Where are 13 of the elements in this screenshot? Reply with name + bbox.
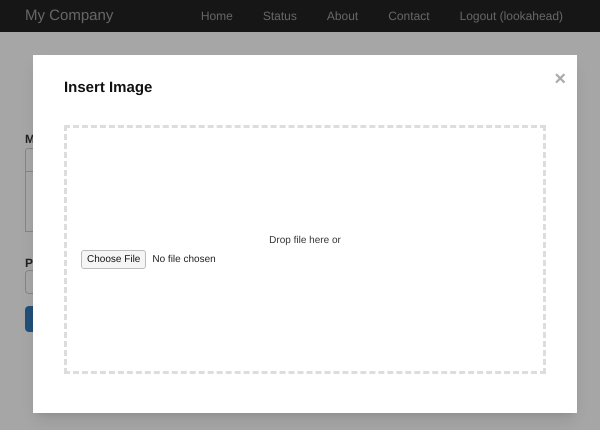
dropzone[interactable]: Drop file here or Choose File No file chosen bbox=[64, 125, 546, 374]
modal-title: Insert Image bbox=[64, 78, 152, 98]
form-label: P bbox=[25, 255, 34, 270]
nav-link[interactable]: About bbox=[326, 7, 358, 25]
nav-link[interactable]: Logout (lookahead) bbox=[460, 7, 563, 25]
file-status: No file chosen bbox=[152, 252, 216, 266]
close-button[interactable]: × bbox=[554, 69, 566, 89]
nav-link[interactable]: Status bbox=[262, 7, 297, 25]
choose-file-button[interactable]: Choose File bbox=[81, 250, 146, 268]
nav-link[interactable]: Contact bbox=[388, 7, 430, 25]
brand-logo[interactable]: My Company bbox=[25, 4, 114, 28]
dropzone-text: Drop file here or bbox=[269, 234, 341, 248]
nav-link[interactable]: Home bbox=[200, 7, 233, 25]
